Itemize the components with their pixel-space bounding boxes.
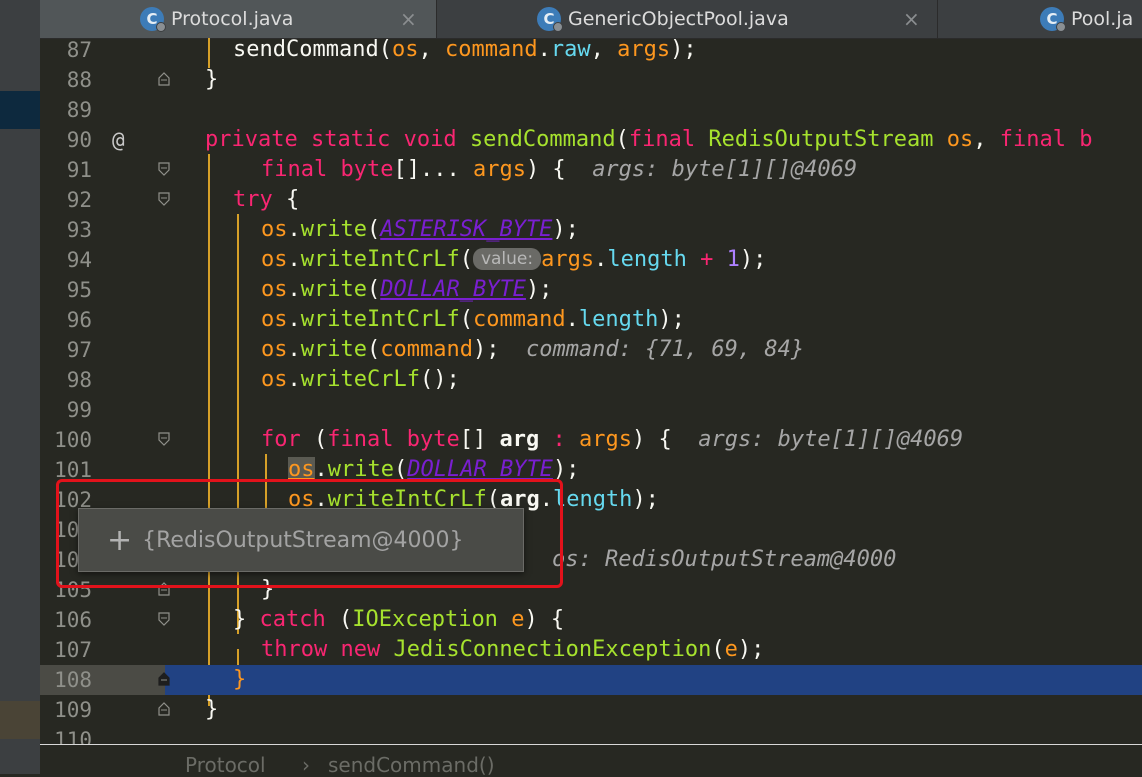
breadcrumb-item-sendcommand[interactable]: sendCommand() xyxy=(328,753,495,777)
fold-start-icon[interactable] xyxy=(158,612,170,626)
line-number: 89 xyxy=(66,98,92,122)
tab-label: Protocol.java xyxy=(171,8,294,30)
code-text: os.writeIntCrLf(command.length); xyxy=(261,307,685,332)
line-number: 97 xyxy=(66,338,92,362)
line-number: 110 xyxy=(54,728,92,744)
line-number: 105 xyxy=(54,578,92,602)
tab-label: Pool.ja xyxy=(1071,8,1134,30)
code-text: try { xyxy=(233,187,300,212)
popup-value-text: {RedisOutputStream@4000} xyxy=(142,527,464,553)
code-line[interactable]: 100 for (final byte[] arg : args) { args… xyxy=(40,425,1142,455)
code-line[interactable]: 87 sendCommand(os, command.raw, args); xyxy=(40,38,1142,65)
fold-end-icon[interactable] xyxy=(158,72,170,86)
code-line[interactable]: 110 xyxy=(40,725,1142,744)
breadcrumb-separator: › xyxy=(302,753,310,777)
line-number: 92 xyxy=(66,188,92,212)
tab-genericobjectpool-java[interactable]: C GenericObjectPool.java × xyxy=(437,0,937,38)
line-number: 95 xyxy=(66,278,92,302)
code-text: os.write(DOLLAR_BYTE); xyxy=(288,457,580,482)
line-number: 99 xyxy=(66,398,92,422)
close-icon[interactable]: × xyxy=(903,7,920,31)
line-number: 108 xyxy=(54,668,92,692)
code-line[interactable]: 106 } catch (IOException e) { xyxy=(40,605,1142,635)
line-number: 109 xyxy=(54,698,92,722)
code-line[interactable]: 88 } xyxy=(40,65,1142,95)
class-icon: C xyxy=(1040,7,1066,32)
code-line[interactable]: 91 final byte[]... args) { args: byte[1]… xyxy=(40,155,1142,185)
code-line[interactable]: 109 } xyxy=(40,695,1142,725)
fold-end-icon[interactable] xyxy=(158,702,170,716)
line-number: 93 xyxy=(66,218,92,242)
code-line[interactable]: 90 @ private static void sendCommand(fin… xyxy=(40,125,1142,155)
line-number: 91 xyxy=(66,158,92,182)
code-text: final byte[]... args) { args: byte[1][]@… xyxy=(261,157,858,182)
code-text: sendCommand(os, command.raw, args); xyxy=(233,38,697,62)
code-text: os: RedisOutputStream@4000 xyxy=(552,547,897,572)
code-text: throw new JedisConnectionException(e); xyxy=(261,637,765,662)
code-text: os.write(ASTERISK_BYTE); xyxy=(261,217,579,242)
code-text: } xyxy=(233,667,247,692)
code-text: } catch (IOException e) { xyxy=(233,607,565,632)
project-selected-row xyxy=(0,91,40,129)
current-line[interactable]: 108 } xyxy=(40,665,1142,695)
class-icon: C xyxy=(140,7,166,32)
code-text: } xyxy=(205,697,219,722)
fold-end-icon[interactable] xyxy=(158,582,170,596)
code-line[interactable]: 96 os.writeIntCrLf(command.length); xyxy=(40,305,1142,335)
tab-pool-java[interactable]: C Pool.ja xyxy=(938,0,1142,38)
code-line[interactable]: 95 os.write(DOLLAR_BYTE); xyxy=(40,275,1142,305)
code-text: } xyxy=(205,67,219,92)
project-highlight-row xyxy=(0,701,40,739)
line-number: 88 xyxy=(66,68,92,92)
code-line[interactable]: 93 os.write(ASTERISK_BYTE); xyxy=(40,215,1142,245)
code-line[interactable]: 101 os.write(DOLLAR_BYTE); xyxy=(40,455,1142,485)
line-number: 98 xyxy=(66,368,92,392)
line-number: 96 xyxy=(66,308,92,332)
debug-value-popup[interactable]: + {RedisOutputStream@4000} xyxy=(78,508,524,572)
line-number: 87 xyxy=(66,38,92,62)
fold-start-icon[interactable] xyxy=(158,432,170,446)
code-line[interactable]: 98 os.writeCrLf(); xyxy=(40,365,1142,395)
code-text: os.write(command); command: {71, 69, 84} xyxy=(261,337,805,362)
code-text: } xyxy=(261,577,275,602)
expand-icon[interactable]: + xyxy=(107,523,132,558)
line-number: 107 xyxy=(54,638,92,662)
class-icon: C xyxy=(537,7,563,32)
project-panel-edge xyxy=(0,0,40,774)
code-line[interactable]: 92 try { xyxy=(40,185,1142,215)
code-line[interactable]: 107 throw new JedisConnectionException(e… xyxy=(40,635,1142,665)
code-text: os.writeCrLf(); xyxy=(261,367,460,392)
editor-tab-bar: C Protocol.java × C GenericObjectPool.ja… xyxy=(40,0,1142,39)
close-icon[interactable]: × xyxy=(400,7,417,31)
breadcrumb: Protocol › sendCommand() xyxy=(40,745,1142,777)
code-line[interactable]: 94 os.writeIntCrLf(value: args.length + 1… xyxy=(40,245,1142,275)
parameter-hint: value: xyxy=(472,248,542,270)
fold-start-icon[interactable] xyxy=(158,192,170,206)
tab-protocol-java[interactable]: C Protocol.java × xyxy=(40,0,436,38)
code-editor[interactable]: 87 sendCommand(os, command.raw, args); 8… xyxy=(40,38,1142,744)
code-line[interactable]: 89 xyxy=(40,95,1142,125)
line-number: 100 xyxy=(54,428,92,452)
line-number: 90 xyxy=(66,128,92,152)
code-text: private static void sendCommand(final Re… xyxy=(205,127,1093,152)
fold-start-icon[interactable] xyxy=(158,162,170,176)
line-number: 101 xyxy=(54,458,92,482)
code-line[interactable]: 105 } xyxy=(40,575,1142,605)
code-text: os.write(DOLLAR_BYTE); xyxy=(261,277,553,302)
line-number: 106 xyxy=(54,608,92,632)
breadcrumb-item-protocol[interactable]: Protocol xyxy=(185,753,266,777)
override-marker-icon[interactable]: @ xyxy=(112,125,125,155)
code-line[interactable]: 97 os.write(command); command: {71, 69, … xyxy=(40,335,1142,365)
fold-end-icon[interactable] xyxy=(158,672,170,686)
code-text: for (final byte[] arg : args) { args: by… xyxy=(261,427,964,452)
code-line[interactable]: 99 xyxy=(40,395,1142,425)
tab-label: GenericObjectPool.java xyxy=(568,8,789,30)
code-text: os.writeIntCrLf(value: args.length + 1); xyxy=(261,247,767,272)
line-number: 94 xyxy=(66,248,92,272)
